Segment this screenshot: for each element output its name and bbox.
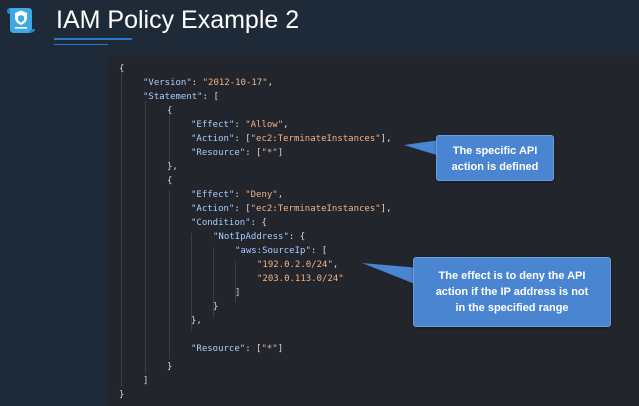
json-key: "Resource" [191,148,246,158]
code-brace: } [167,362,173,372]
code-line-action: "Action": ["ec2:TerminateInstances"], [191,202,392,216]
code-line-statement: "Statement": [ [143,90,219,104]
json-key: "NotIpAddress" [213,232,289,242]
json-punct: : [234,190,246,200]
callout-pointer [404,140,440,156]
json-punct: : [ [234,204,251,214]
callout-text: The specific API [452,145,538,157]
code-line: } [167,360,172,374]
code-line-ip-range: "203.0.113.0/24" [257,272,344,286]
code-line-sourceip: "aws:SourceIp": [ [235,244,327,258]
iam-policy-document-icon [7,8,35,33]
json-string: "ec2:TerminateInstances" [250,204,381,214]
json-punct: ] [277,344,284,354]
code-line: ] [143,374,148,388]
json-key: "Effect" [191,120,235,130]
code-line: } [119,388,124,402]
code-line: }, [167,160,178,174]
code-line: { [119,62,124,76]
slide: IAM Policy Example 2 { "Version": "2012-… [0,0,639,406]
code-line-effect-allow: "Effect": "Allow", [191,118,289,132]
json-punct: , [332,260,339,270]
json-punct: : [ [310,246,328,256]
code-brace: { [167,106,173,116]
code-brace: }, [167,162,178,172]
json-punct: : [191,78,203,88]
json-string: "*" [261,344,278,354]
code-line-notipaddress: "NotIpAddress": { [213,230,305,244]
code-line-effect-deny: "Effect": "Deny", [191,188,283,202]
code-line-version: "Version": "2012-10-17", [143,76,273,90]
code-brace: } [213,302,219,312]
json-punct: , [283,120,289,130]
callout-text: action is defined [451,161,539,173]
json-punct: , [277,190,284,200]
json-punct: : [ [245,148,262,158]
page-title: IAM Policy Example 2 [56,6,300,34]
json-punct: , [267,78,274,88]
code-line-ip-range: "192.0.2.0/24", [257,258,338,272]
code-bracket: ] [235,288,241,298]
callout-api-action: The specific API action is defined [436,135,554,181]
callout-text: The effect is to deny the API [438,270,586,282]
json-string: "203.0.113.0/24" [257,274,344,284]
json-punct: ], [380,204,392,214]
policy-json-code-block: { "Version": "2012-10-17", "Statement": … [107,57,639,406]
json-punct: : [ [234,134,251,144]
json-key: "Effect" [191,190,235,200]
json-key: "Statement" [143,92,203,102]
indent-guide [169,115,170,163]
code-line-resource: "Resource": ["*"] [191,146,283,160]
indent-guide [121,73,122,387]
title-underline [54,38,132,40]
json-string: "Allow" [245,120,284,130]
title-underline-secondary [54,44,108,45]
json-key: "Action" [191,204,235,214]
code-line-condition: "Condition": { [191,216,267,230]
code-line-resource: "Resource": ["*"] [191,342,283,356]
code-bracket: ] [143,376,149,386]
indent-guide [145,101,146,373]
code-brace: { [119,64,125,74]
callout-text: action if the IP address is not [435,286,589,298]
callout-deny-condition: The effect is to deny the API action if … [413,257,611,327]
json-key: "Action" [191,134,235,144]
callout-text: in the specified range [455,302,569,314]
json-punct: : [ [245,344,262,354]
callout-pointer [362,263,420,286]
json-key: "Condition" [191,218,251,228]
code-brace: }, [191,316,202,326]
code-line: { [167,174,172,188]
code-line-action: "Action": ["ec2:TerminateInstances"], [191,132,392,146]
json-punct: ], [380,134,392,144]
json-string: "Deny" [245,190,278,200]
code-brace: } [119,390,125,400]
json-string: "*" [261,148,278,158]
code-brace: { [167,176,173,186]
json-string: "192.0.2.0/24" [257,260,333,270]
json-punct: : { [250,218,267,228]
json-string: "2012-10-17" [202,78,268,88]
json-punct: ] [277,148,284,158]
json-punct: : { [288,232,306,242]
code-line: { [167,104,172,118]
json-punct: : [234,120,246,130]
json-key: "Resource" [191,344,246,354]
json-string: "ec2:TerminateInstances" [250,134,381,144]
code-line: ] [235,286,240,300]
indent-guide [169,191,170,359]
code-line: }, [191,314,202,328]
json-key: "Version" [143,78,192,88]
code-line: } [213,300,218,314]
json-punct: : [ [202,92,219,102]
json-key: "aws:SourceIp" [235,246,311,256]
